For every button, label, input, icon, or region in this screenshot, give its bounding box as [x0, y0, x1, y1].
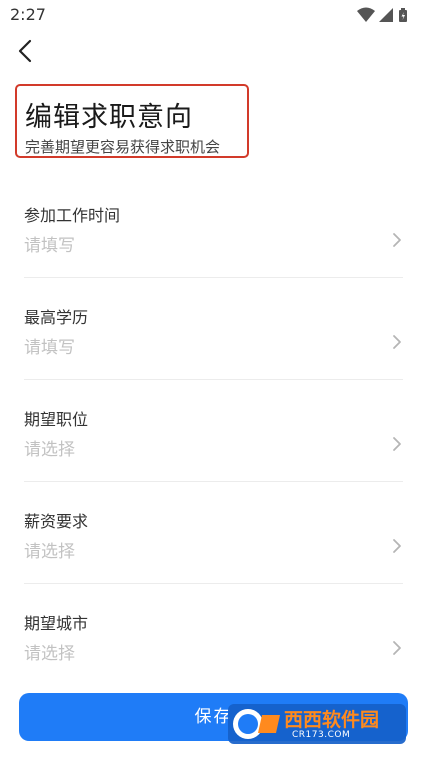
row-placeholder: 请选择 — [24, 644, 75, 664]
row-highest-education[interactable]: 最高学历 请填写 — [24, 278, 403, 380]
row-label: 最高学历 — [24, 308, 89, 327]
row-placeholder: 请选择 — [24, 440, 75, 460]
battery-icon — [399, 8, 407, 22]
row-label: 参加工作时间 — [24, 206, 121, 225]
row-salary-requirement[interactable]: 薪资要求 请选择 — [24, 482, 403, 584]
page-subtitle: 完善期望更容易获得求职机会 — [25, 138, 221, 156]
row-label: 薪资要求 — [24, 512, 89, 531]
chevron-right-icon — [391, 232, 403, 248]
row-expected-position[interactable]: 期望职位 请选择 — [24, 380, 403, 482]
row-expected-city[interactable]: 期望城市 请选择 — [24, 584, 403, 686]
chevron-right-icon — [391, 640, 403, 656]
page-title: 编辑求职意向 — [25, 102, 193, 133]
header-highlight: 编辑求职意向 完善期望更容易获得求职机会 — [15, 84, 249, 158]
chevron-right-icon — [391, 334, 403, 350]
status-time: 2:27 — [10, 5, 46, 24]
back-button[interactable] — [12, 36, 42, 66]
watermark: 西西软件园 CR173.COM — [222, 701, 408, 747]
row-label: 期望城市 — [24, 614, 89, 633]
row-placeholder: 请填写 — [24, 236, 75, 256]
form-list: 参加工作时间 请填写 最高学历 请填写 期望职位 请选择 薪资要求 请选择 期望… — [0, 176, 427, 686]
status-icons — [355, 7, 415, 23]
chevron-right-icon — [391, 538, 403, 554]
wifi-icon — [357, 7, 375, 22]
back-arrow-icon — [18, 39, 32, 63]
row-placeholder: 请填写 — [24, 338, 75, 358]
status-bar: 2:27 — [0, 0, 427, 30]
row-label: 期望职位 — [24, 410, 89, 429]
chevron-right-icon — [391, 436, 403, 452]
watermark-brand: 西西软件园 — [284, 709, 380, 731]
watermark-url: CR173.COM — [292, 730, 351, 740]
signal-icon — [379, 8, 393, 22]
row-work-start-time[interactable]: 参加工作时间 请填写 — [24, 176, 403, 278]
row-placeholder: 请选择 — [24, 542, 75, 562]
